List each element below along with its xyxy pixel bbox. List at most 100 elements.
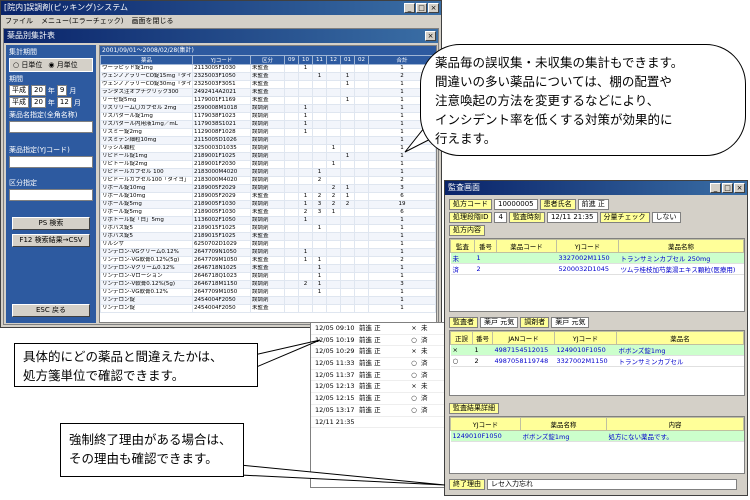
- era-to-select[interactable]: 平成: [9, 97, 29, 108]
- sub-close-icon[interactable]: ×: [425, 31, 436, 41]
- table-row[interactable]: リポール錠10mg 2189005F2029 未監査 1 2 2 1 6: [100, 192, 436, 201]
- history-row[interactable]: 12/05 10:29 前進 正 × 未: [311, 346, 449, 359]
- day-unit-radio[interactable]: ○ 日単位: [13, 59, 42, 71]
- back-button[interactable]: ESC 戻る: [12, 304, 90, 317]
- table-row[interactable]: リッシル顆粒 3250003D1035 誤調剤 1 1: [100, 144, 436, 153]
- grid-header-cell[interactable]: 10: [298, 55, 313, 65]
- grid-header-cell[interactable]: 09: [284, 55, 299, 65]
- table-row[interactable]: ランタス注オプチクリック300 2492414A2021 未監査 1: [100, 88, 436, 97]
- table-cell: リンデロン-VG軟膏0.12%(5g): [100, 256, 193, 265]
- table-cell: [284, 88, 299, 97]
- table-row[interactable]: リスパダール内用液1mg／mL 1179038S1021 誤調剤 1 1: [100, 120, 436, 129]
- table-row[interactable]: リピドールカプセル100「タイヨ」 2183000M4020 誤調剤 2 2: [100, 176, 436, 185]
- history-cell: 前進 正: [359, 359, 381, 368]
- table-row[interactable]: ○ 2 4987058119748 3327002M1150 トランサミンカプセル: [450, 355, 744, 367]
- audit-close-icon[interactable]: ×: [734, 183, 745, 193]
- table-row[interactable]: ウーラピッド錠1mg 2113005F1030 未監査 1 1: [100, 64, 436, 73]
- grid-header-cell[interactable]: 薬品: [100, 55, 193, 65]
- filter-panel: 集計期間 ○ 日単位 ◉ 月単位 期間 平成 20 年 9 月 平成 20 年 …: [6, 45, 96, 323]
- table-cell: [312, 144, 327, 153]
- table-row[interactable]: リズミデン細粒10mg 2115005D1026 誤調剤 1: [100, 136, 436, 145]
- audit-minimize-icon[interactable]: _: [710, 183, 721, 193]
- history-cell: 済: [421, 370, 428, 379]
- history-row[interactable]: 12/05 11:33 前進 正 ○ 済: [311, 358, 449, 370]
- table-row[interactable]: リンデロン錠 2454004F2050 誤調剤 1: [100, 296, 436, 305]
- menu-file[interactable]: ファイル: [5, 15, 33, 27]
- table-cell: [326, 104, 341, 113]
- table-row[interactable]: リポール錠10mg 2189005F2029 誤調剤 2 1 3: [100, 184, 436, 193]
- menu-close-screen[interactable]: 画面を閉じる: [131, 15, 173, 27]
- category-select[interactable]: [9, 189, 93, 201]
- minimize-icon[interactable]: _: [404, 3, 415, 13]
- history-row[interactable]: 12/05 12:13 前進 正 × 未: [311, 381, 449, 394]
- year-to-input[interactable]: 20: [31, 97, 46, 108]
- table-cell: リッシル顆粒: [100, 144, 193, 153]
- table-row[interactable]: リポール錠5mg 2189005F1030 未監査 2 3 1 6: [100, 208, 436, 217]
- name-filter-input[interactable]: [9, 121, 93, 133]
- table-row[interactable]: ヴェンノアラリーCO錠30mg「タイヨー」2325003F3051未監査11: [100, 80, 436, 89]
- callout-top-line-3: 注意喚起の方法を変更するなどにより、: [435, 93, 660, 108]
- history-row[interactable]: 12/05 10:19 前進 正 ○ 済: [311, 335, 449, 347]
- table-row[interactable]: リンデロン-Vクリーム0.12% 2646718N1025 未監査 1 1: [100, 264, 436, 273]
- table-row[interactable]: 1249010F1050 ボボンズ錠1mg 処方にない薬品です。: [450, 430, 744, 442]
- maximize-icon[interactable]: □: [416, 3, 427, 13]
- month-from-input[interactable]: 9: [56, 85, 68, 96]
- table-row[interactable]: ヴェンノアラリーCO錠15mg「タイヨー」2325003F1050未監査112: [100, 72, 436, 81]
- grid-header-cell[interactable]: YJコード: [192, 55, 251, 65]
- grid-header-cell[interactable]: 11: [312, 55, 327, 65]
- table-row[interactable]: リピドールカプセル 100 2183000M4020 誤調剤 1 1: [100, 168, 436, 177]
- history-cell: 未: [421, 324, 428, 332]
- code-filter-input[interactable]: [9, 156, 93, 168]
- grid-header-cell[interactable]: 区分: [250, 55, 285, 65]
- table-cell: 2189005F2029: [192, 192, 251, 201]
- table-row[interactable]: リスミー錠2mg 1129008F1028 誤調剤 1 1: [100, 128, 436, 137]
- history-row[interactable]: 12/05 11:37 前進 正 ○ 済: [311, 370, 449, 382]
- table-row[interactable]: リボバス錠5 2189015F1025 誤調剤 1 1: [100, 224, 436, 233]
- table-cell: 済: [450, 263, 475, 275]
- table-row[interactable]: 未 1 3327002M1150 トランサミンカプセル 250mg: [450, 252, 744, 264]
- table-cell: 1: [368, 248, 436, 257]
- date-to-row: 平成 20 年 12 月: [9, 97, 93, 108]
- table-row[interactable]: リピドール錠1mg 2189001F1025 誤調剤 1 1: [100, 152, 436, 161]
- table-row[interactable]: × 1 4987154512015 1249010F1050 ボボンズ錠1mg: [450, 344, 744, 356]
- month-unit-radio[interactable]: ◉ 月単位: [48, 59, 77, 71]
- history-row[interactable]: 12/05 12:15 前進 正 ○ 済: [311, 393, 449, 405]
- history-row[interactable]: 12/05 13:17 前進 正 ○ 済: [311, 405, 449, 417]
- grid-header-cell[interactable]: 02: [354, 55, 369, 65]
- table-row[interactable]: リルシザ 6250702D1029 誤調剤 1: [100, 240, 436, 249]
- table-cell: [340, 208, 355, 217]
- audit-pharmacist-label: 監査者: [449, 317, 478, 328]
- table-cell: 誤調剤: [250, 144, 285, 153]
- table-row[interactable]: リンデロン錠 2454004F2050 未監査 1: [100, 304, 436, 313]
- table-row[interactable]: リピトール錠2mg 2189001F2030 誤調剤 1 1: [100, 160, 436, 169]
- table-row[interactable]: リボバス錠5 2189015F1025 未監査 1: [100, 232, 436, 241]
- grid-header-cell[interactable]: 12: [326, 55, 341, 65]
- table-row[interactable]: リーゼ錠5mg 1179001F1169 未監査 1 1: [100, 96, 436, 105]
- year-from-input[interactable]: 20: [31, 85, 46, 96]
- table-row[interactable]: 済 2 5200032D1045 ツムラ桂枝加芍薬湯エキス顆粒(医療用): [450, 263, 744, 275]
- search-button[interactable]: PS 検索: [12, 217, 90, 230]
- audit-maximize-icon[interactable]: □: [722, 183, 733, 193]
- table-row[interactable]: リポール錠5mg 2189005F1030 誤調剤 1 3 2 2 19: [100, 200, 436, 209]
- table-row[interactable]: リスパダール錠1mg 1179038F1023 誤調剤 1 1: [100, 112, 436, 121]
- history-row[interactable]: 12/05 09:10 前進 正 × 未: [311, 323, 449, 335]
- csv-export-button[interactable]: F12 検索結果→CSV: [12, 234, 90, 247]
- table-row[interactable]: リンデロン-VG軟膏0.12%(5g) 2647709M1050 未監査 1 1 2: [100, 256, 436, 265]
- table-row[interactable]: リポトール錠「白」5mg 1136002F1050 誤調剤 1 1: [100, 216, 436, 225]
- table-row[interactable]: リンデロン-V軟膏0.12%(5g) 2646718M1150 誤調剤 2 1 3: [100, 280, 436, 289]
- close-icon[interactable]: ×: [428, 3, 439, 13]
- callout-top-line-4: インシデント率を低くする対策が効果的に: [435, 112, 673, 127]
- grid-header-cell[interactable]: 01: [340, 55, 355, 65]
- month-to-input[interactable]: 12: [56, 97, 72, 108]
- table-row[interactable]: リズリリーム〇カプセル 2mg 2590008M1018 誤調剤 1 1: [100, 104, 436, 113]
- table-row[interactable]: リンデロン-VGクリーム0.12% 2647709N1050 誤調剤 1 1: [100, 248, 436, 257]
- table-row[interactable]: リンデロン-Vローション 2646718Q1023 誤調剤 1 1: [100, 272, 436, 281]
- table-row[interactable]: リンデロン-VG軟膏0.12% 2647709M1050 誤調剤 1 1: [100, 288, 436, 297]
- table-cell: [298, 176, 313, 185]
- table-cell: [340, 304, 355, 313]
- history-cell: ○: [411, 370, 417, 379]
- history-row[interactable]: 12/11 21:35: [311, 417, 449, 429]
- era-from-select[interactable]: 平成: [9, 85, 29, 96]
- table-cell: 2647709N1050: [192, 248, 251, 257]
- menu-error-check[interactable]: メニュー(エラーチェック): [41, 15, 123, 27]
